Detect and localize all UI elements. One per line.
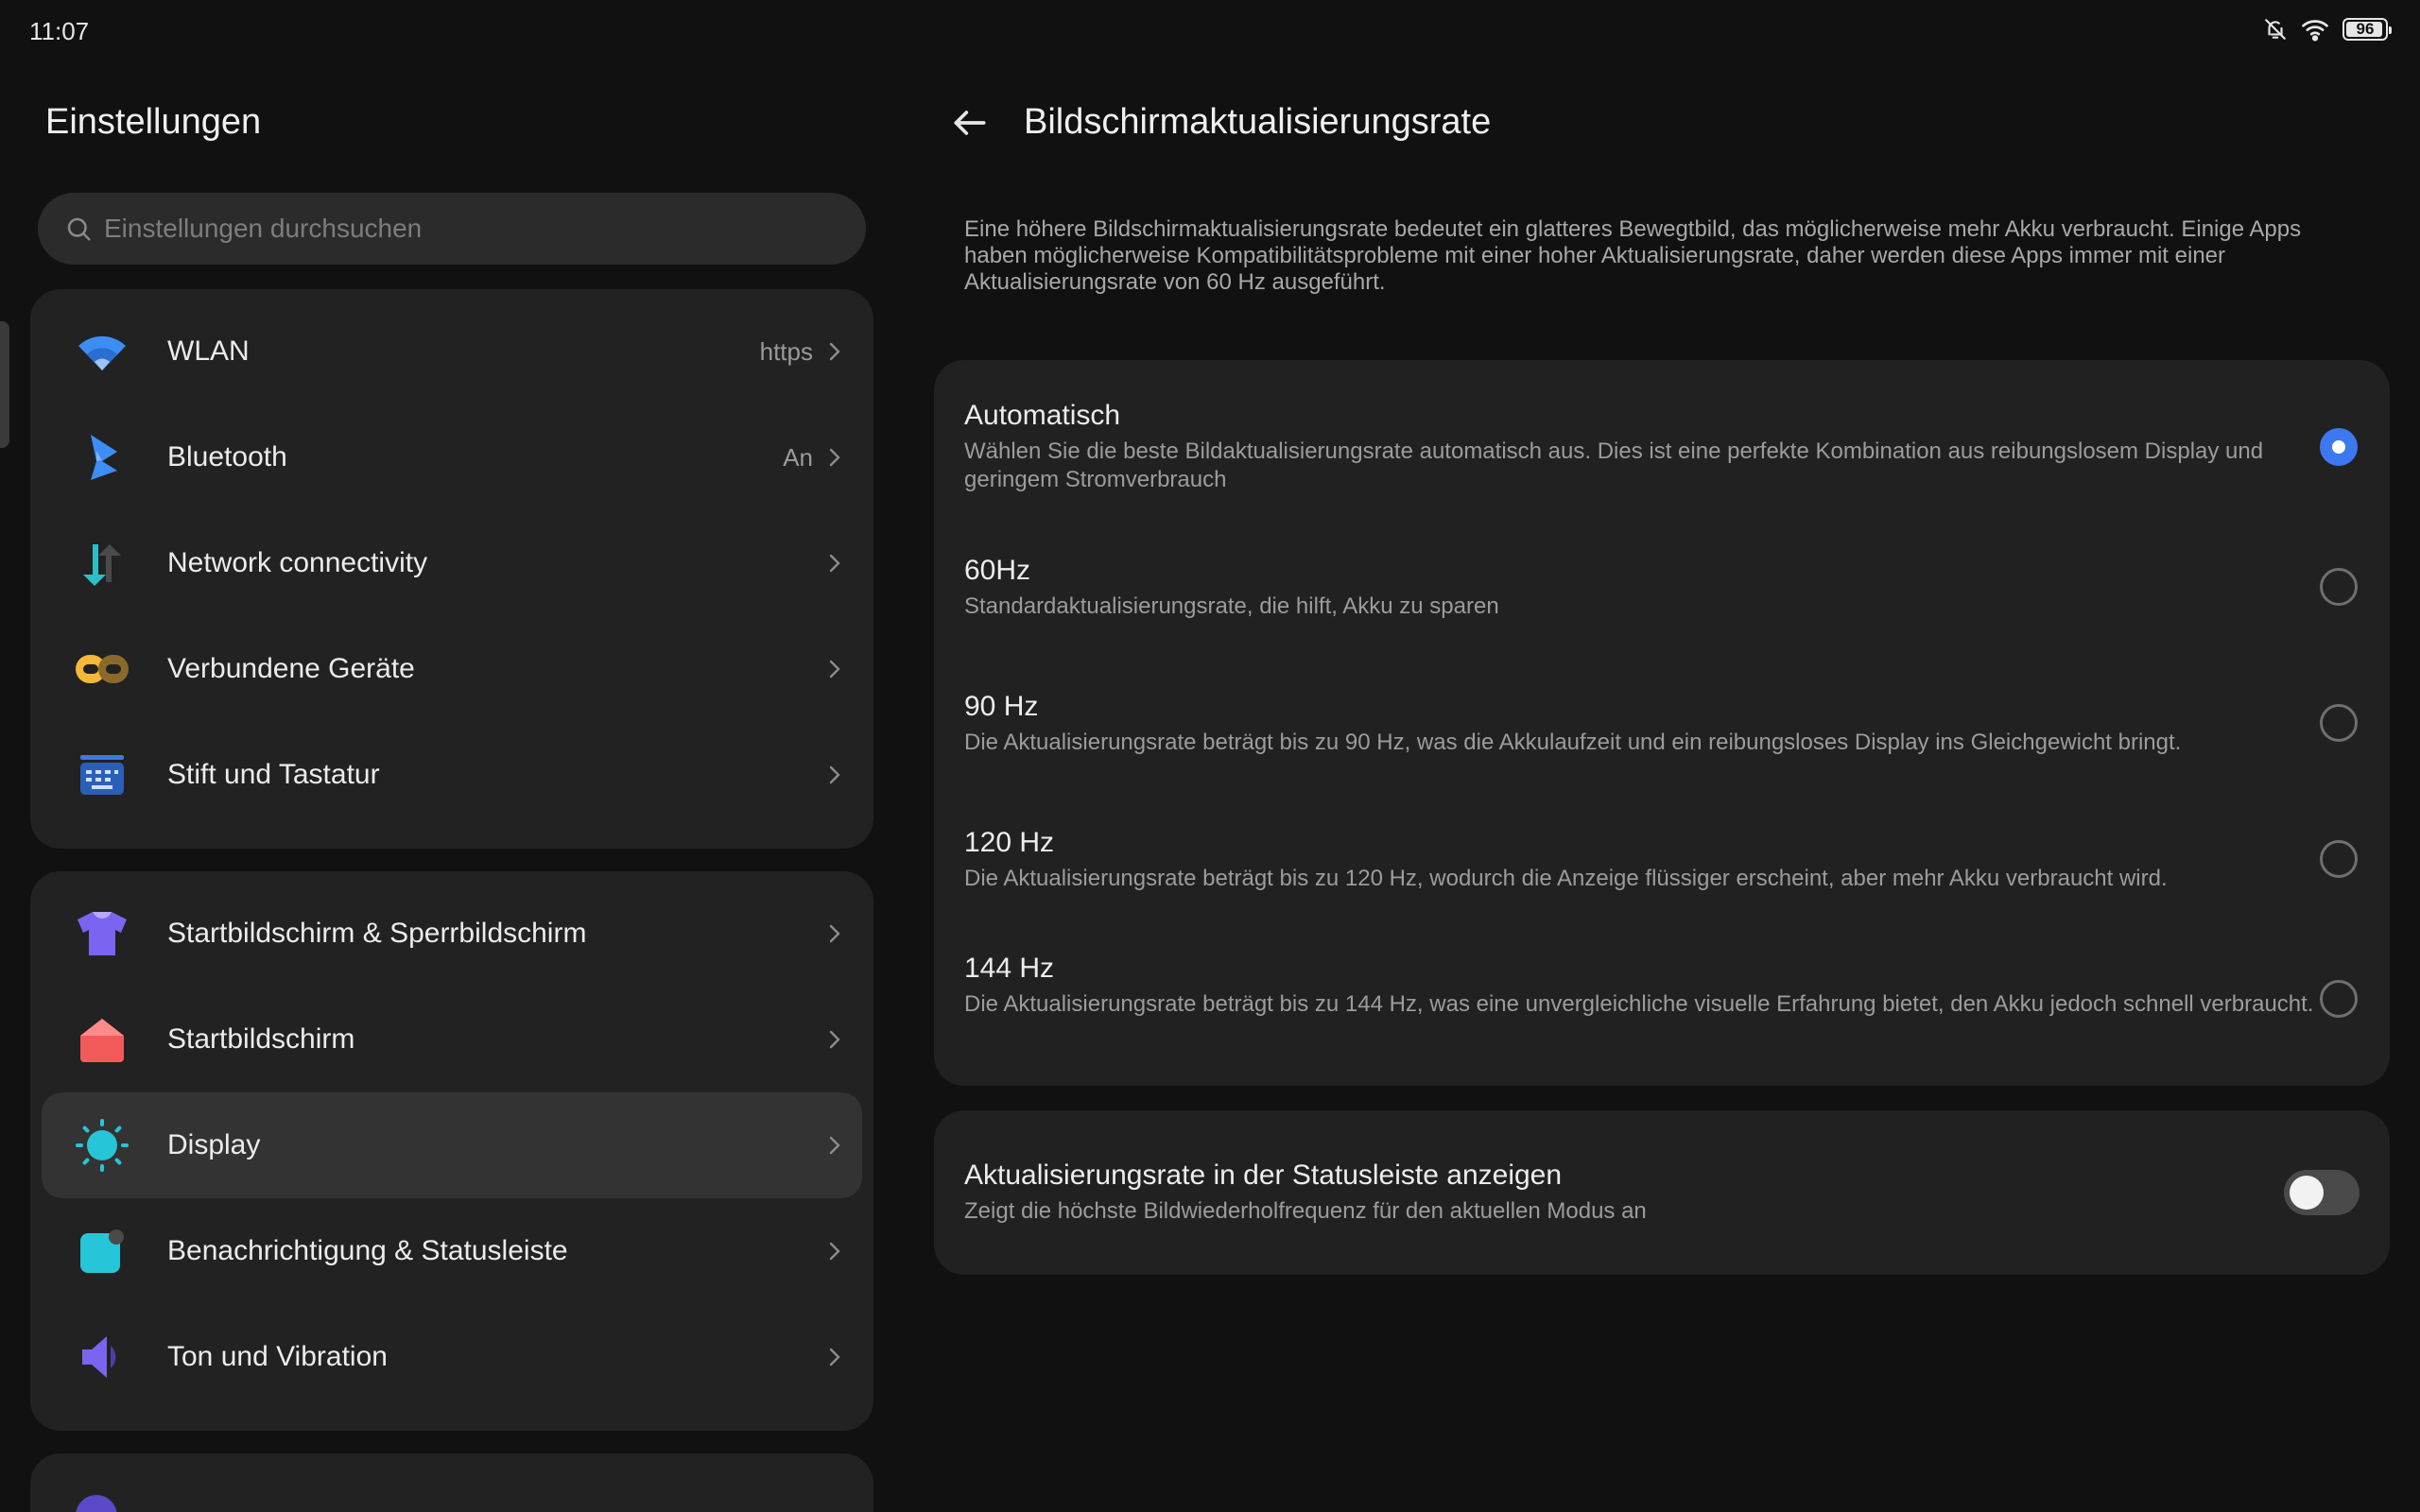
chevron-right-icon <box>829 1030 840 1049</box>
bluetooth-icon <box>76 431 129 484</box>
refresh-rate-options: Automatisch Wählen Sie die beste Bildakt… <box>934 360 2390 1086</box>
radio-automatic[interactable] <box>2320 428 2358 466</box>
sidebar-item-notifications[interactable]: Benachrichtigung & Statusleiste <box>42 1198 862 1304</box>
sidebar-item-sound-vibration[interactable]: Ton und Vibration <box>42 1304 862 1410</box>
partial-item-icon <box>76 1495 117 1512</box>
sun-icon <box>76 1119 129 1172</box>
option-subtitle: Die Aktualisierungsrate beträgt bis zu 1… <box>964 991 2314 1017</box>
speaker-icon <box>76 1331 129 1383</box>
settings-group-personalization: Startbildschirm & Sperrbildschirm Startb… <box>30 871 873 1431</box>
clock: 11:07 <box>29 17 90 45</box>
option-144hz[interactable]: 144 Hz Die Aktualisierungsrate beträgt b… <box>964 953 2325 1019</box>
sidebar-item-home-lock-screen[interactable]: Startbildschirm & Sperrbildschirm <box>42 881 862 987</box>
option-title: Automatisch <box>964 400 1121 431</box>
sidebar-item-connected-devices[interactable]: Verbundene Geräte <box>42 616 862 722</box>
radio-90hz[interactable] <box>2320 704 2358 742</box>
chevron-right-icon <box>829 342 840 361</box>
sidebar-item-label: Bluetooth <box>167 441 287 472</box>
option-subtitle: Standardaktualisierungsrate, die hilft, … <box>964 593 1499 619</box>
option-60hz[interactable]: 60Hz Standardaktualisierungsrate, die hi… <box>964 555 2325 621</box>
tshirt-icon <box>76 907 129 960</box>
wifi-status-icon <box>2302 20 2328 42</box>
option-title: 90 Hz <box>964 691 1039 722</box>
page-description: Eine höhere Bildschirmaktualisierungsrat… <box>964 216 2302 295</box>
sidebar-item-display[interactable]: Display <box>42 1092 862 1198</box>
show-refresh-rate-toggle[interactable] <box>2284 1170 2360 1215</box>
sidebar-item-bluetooth[interactable]: Bluetooth An <box>42 404 862 510</box>
sidebar-item-label: WLAN <box>167 335 250 367</box>
edge-handle[interactable] <box>0 321 9 448</box>
page-title: Bildschirmaktualisierungsrate <box>1024 102 1492 142</box>
status-bar: 11:07 96 <box>0 0 2420 60</box>
keyboard-icon <box>76 748 129 801</box>
sidebar-item-label: Startbildschirm & Sperrbildschirm <box>167 918 587 949</box>
option-subtitle: Wählen Sie die beste Bildaktualisierungs… <box>964 438 2264 492</box>
chevron-right-icon <box>829 448 840 467</box>
option-title: 120 Hz <box>964 827 1055 858</box>
bell-muted-icon <box>2265 19 2286 40</box>
option-title: 60Hz <box>964 555 1031 586</box>
option-subtitle: Die Aktualisierungsrate beträgt bis zu 1… <box>964 866 2168 891</box>
chevron-right-icon <box>829 554 840 573</box>
option-title: Aktualisierungsrate in der Statusleiste … <box>964 1160 1563 1191</box>
radio-144hz[interactable] <box>2320 980 2358 1018</box>
sidebar-item-label: Stift und Tastatur <box>167 759 380 790</box>
option-subtitle: Die Aktualisierungsrate beträgt bis zu 9… <box>964 730 2182 755</box>
option-120hz[interactable]: 120 Hz Die Aktualisierungsrate beträgt b… <box>964 827 2325 893</box>
search-icon <box>67 217 91 241</box>
sidebar-item-value: https <box>759 336 813 366</box>
sidebar-item-label: Benachrichtigung & Statusleiste <box>167 1235 568 1266</box>
settings-group-partial <box>30 1453 873 1512</box>
sidebar-item-value: An <box>783 442 813 472</box>
sidebar-item-label: Display <box>167 1129 261 1160</box>
option-90hz[interactable]: 90 Hz Die Aktualisierungsrate beträgt bi… <box>964 691 2325 757</box>
link-icon <box>76 643 129 696</box>
radio-120hz[interactable] <box>2320 840 2358 878</box>
search-bar[interactable]: Einstellungen durchsuchen <box>38 193 866 265</box>
sidebar-item-label: Ton und Vibration <box>167 1341 388 1372</box>
sidebar-item-pen-keyboard[interactable]: Stift und Tastatur <box>42 722 862 828</box>
chevron-right-icon <box>829 1348 840 1366</box>
sidebar-item-home-screen[interactable]: Startbildschirm <box>42 987 862 1092</box>
settings-title: Einstellungen <box>45 102 262 142</box>
chevron-right-icon <box>829 1242 840 1261</box>
chevron-right-icon <box>829 660 840 679</box>
radio-60hz[interactable] <box>2320 568 2358 606</box>
battery-icon: 96 <box>2342 18 2392 41</box>
settings-group-connectivity: WLAN https Bluetooth An Network connecti… <box>30 289 873 849</box>
option-automatic[interactable]: Automatisch Wählen Sie die beste Bildakt… <box>964 400 2325 494</box>
battery-level: 96 <box>2356 20 2375 38</box>
option-show-refresh-rate[interactable]: Aktualisierungsrate in der Statusleiste … <box>964 1160 2325 1226</box>
chevron-right-icon <box>829 1136 840 1155</box>
chevron-right-icon <box>829 765 840 784</box>
chevron-right-icon <box>829 924 840 943</box>
sidebar-item-network-connectivity[interactable]: Network connectivity <box>42 510 862 616</box>
network-arrows-icon <box>76 537 129 590</box>
sidebar-item-label: Network connectivity <box>167 547 428 578</box>
sidebar-item-label: Startbildschirm <box>167 1023 355 1055</box>
home-icon <box>76 1013 129 1066</box>
back-arrow-icon[interactable] <box>949 102 991 144</box>
sidebar-item-label: Verbundene Geräte <box>167 653 415 684</box>
option-title: 144 Hz <box>964 953 1055 984</box>
search-input[interactable]: Einstellungen durchsuchen <box>104 214 422 244</box>
notification-icon <box>76 1225 129 1278</box>
toggle-knob <box>2290 1176 2324 1210</box>
status-icons: 96 <box>2263 17 2392 42</box>
option-subtitle: Zeigt die höchste Bildwiederholfrequenz … <box>964 1198 1647 1224</box>
sidebar-item-wlan[interactable]: WLAN https <box>42 299 862 404</box>
statusbar-refresh-card: Aktualisierungsrate in der Statusleiste … <box>934 1110 2390 1275</box>
wifi-icon <box>76 325 129 378</box>
